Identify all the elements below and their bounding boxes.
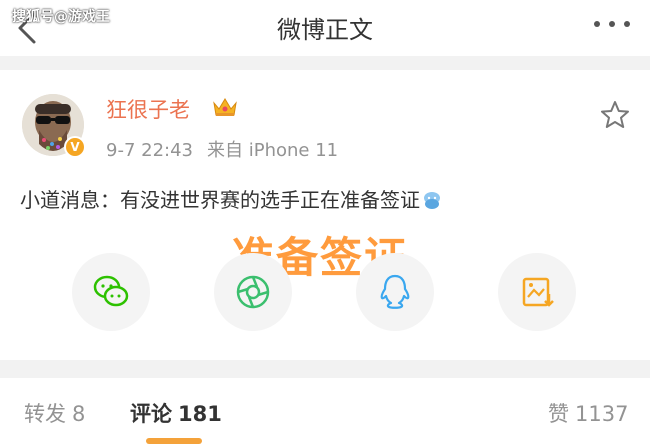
favorite-star-icon[interactable] [600, 100, 630, 130]
post-source: 来自 iPhone 11 [207, 140, 339, 161]
tab-likes[interactable]: 赞 1137 [548, 398, 628, 428]
timestamp: 9-7 22:43 [106, 140, 193, 161]
divider [0, 360, 650, 378]
post-text-content: 小道消息：有没进世界赛的选手正在准备签证 [20, 188, 420, 212]
page-title: 微博正文 [277, 16, 373, 44]
crown-icon [213, 98, 237, 116]
interaction-tabs: 转发 8 评论 181 赞 1137 [0, 378, 650, 448]
tab-reposts[interactable]: 转发 8 [24, 398, 85, 428]
share-qq-button[interactable] [356, 253, 434, 331]
verified-badge-icon: V [64, 136, 86, 158]
wechat-icon [93, 275, 129, 307]
tab-label: 赞 [548, 402, 569, 426]
username[interactable]: 狂很子老 [106, 94, 190, 124]
share-wechat-button[interactable] [72, 253, 150, 331]
tab-label: 评论 [130, 402, 172, 426]
image-save-icon [522, 277, 554, 307]
save-image-button[interactable] [498, 253, 576, 331]
divider [0, 56, 650, 70]
emoji-icon [424, 192, 440, 209]
tab-count: 181 [178, 402, 222, 426]
tab-label: 转发 [24, 402, 66, 426]
tab-count: 8 [72, 402, 86, 426]
moments-icon [236, 275, 270, 309]
more-options-icon[interactable] [592, 14, 632, 34]
share-moments-button[interactable] [214, 253, 292, 331]
tab-count: 1137 [575, 402, 629, 426]
tab-comments[interactable]: 评论 181 [130, 398, 222, 428]
top-bar: 搜狐号@游戏王 微博正文 [0, 0, 650, 56]
qq-icon [380, 274, 410, 309]
post-text: 小道消息：有没进世界赛的选手正在准备签证 [20, 184, 442, 213]
active-tab-indicator [146, 438, 202, 444]
post-meta: 9-7 22:43 来自 iPhone 11 [106, 136, 338, 162]
